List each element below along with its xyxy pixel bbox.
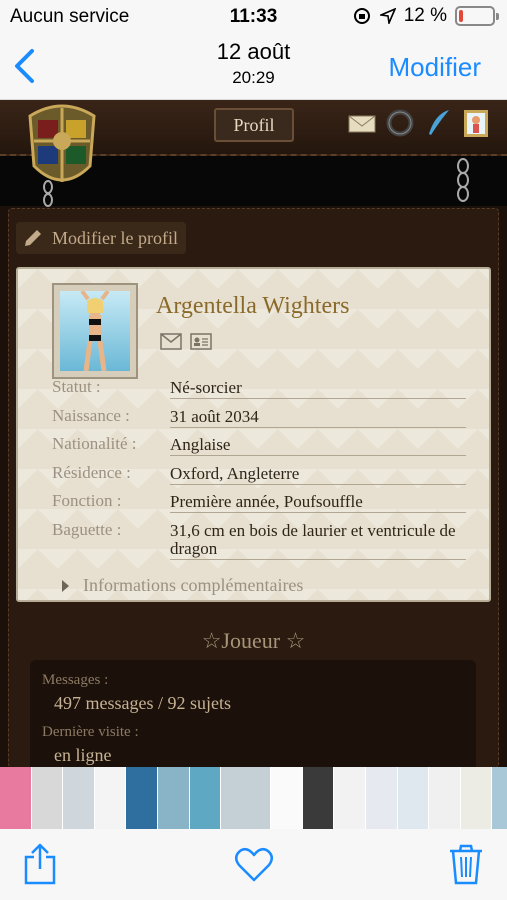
envelope-icon[interactable] bbox=[347, 108, 377, 138]
thumbnail[interactable] bbox=[397, 767, 430, 829]
field-fonction: Fonction : Première année, Poufsouffle bbox=[52, 491, 472, 520]
battery-level bbox=[459, 10, 464, 22]
thumbnail-strip[interactable] bbox=[0, 767, 507, 829]
field-label: Naissance : bbox=[52, 405, 130, 425]
avatar-figure bbox=[80, 291, 110, 371]
field-value: 31,6 cm en bois de laurier et ventricule… bbox=[170, 521, 466, 560]
thumbnail[interactable] bbox=[492, 767, 507, 829]
thumbnail[interactable] bbox=[365, 767, 398, 829]
thumbnail[interactable] bbox=[126, 767, 158, 829]
bottom-toolbar bbox=[0, 829, 507, 900]
rotation-lock-icon bbox=[353, 8, 370, 24]
profile-fields: Statut : Né-sorcier Naissance : 31 août … bbox=[52, 377, 472, 568]
last-visit-value: en ligne bbox=[54, 745, 112, 765]
field-baguette: Baguette : 31,6 cm en bois de laurier et… bbox=[52, 520, 472, 568]
message-icon[interactable] bbox=[160, 333, 182, 350]
forum-top-icons bbox=[347, 108, 491, 138]
pencil-icon bbox=[25, 230, 41, 246]
portrait-icon[interactable] bbox=[461, 108, 491, 138]
thumbnail[interactable] bbox=[302, 767, 335, 829]
field-label: Baguette : bbox=[52, 519, 122, 539]
field-label: Fonction : bbox=[52, 491, 122, 510]
quill-icon[interactable] bbox=[423, 108, 453, 138]
messages-value: 497 messages / 92 sujets bbox=[54, 693, 231, 713]
player-heading: ☆Joueur ☆ bbox=[201, 628, 306, 653]
field-value: Première année, Poufsouffle bbox=[170, 493, 466, 513]
thumbnail[interactable] bbox=[460, 767, 493, 829]
messages-label: Messages : bbox=[42, 672, 109, 688]
status-bar: Aucun service 11:33 12 % bbox=[0, 0, 507, 34]
thumbnail[interactable] bbox=[334, 767, 366, 829]
share-icon[interactable] bbox=[22, 843, 58, 885]
tab-profil[interactable]: Profil bbox=[214, 108, 294, 142]
thumbnail[interactable] bbox=[63, 767, 95, 829]
field-label: Résidence : bbox=[52, 462, 131, 482]
battery-percent: 12 % bbox=[403, 5, 447, 26]
heart-icon[interactable] bbox=[234, 847, 274, 883]
hogwarts-crest-icon bbox=[28, 104, 96, 182]
field-nationalite: Nationalité : Anglaise bbox=[52, 434, 472, 463]
thumbnail[interactable] bbox=[189, 767, 222, 829]
battery-icon bbox=[455, 6, 499, 26]
field-statut: Statut : Né-sorcier bbox=[52, 377, 472, 406]
chain-icon bbox=[43, 180, 53, 207]
ring-icon[interactable] bbox=[385, 108, 415, 138]
thumbnail-selected[interactable] bbox=[221, 767, 272, 829]
location-icon bbox=[379, 8, 396, 24]
last-visit-label: Dernière visite : bbox=[42, 724, 139, 740]
field-value: Oxford, Angleterre bbox=[170, 464, 466, 485]
field-naissance: Naissance : 31 août 2034 bbox=[52, 406, 472, 435]
field-label: Statut : bbox=[52, 377, 101, 396]
profile-name: Argentella Wighters bbox=[156, 293, 350, 319]
photo-nav-bar: 12 août 20:29 Modifier bbox=[0, 34, 507, 100]
trash-icon[interactable] bbox=[448, 843, 484, 885]
disclosure-triangle-icon bbox=[62, 579, 69, 592]
thumbnail[interactable] bbox=[157, 767, 190, 829]
forum-profile-page: Profil Modifier le profil Argentella Wig… bbox=[0, 100, 507, 767]
status-indicators: 12 % bbox=[352, 5, 499, 27]
field-value: 31 août 2034 bbox=[170, 407, 466, 428]
field-value: Né-sorcier bbox=[170, 379, 466, 399]
field-label: Nationalité : bbox=[52, 434, 137, 453]
field-residence: Résidence : Oxford, Angleterre bbox=[52, 463, 472, 492]
edit-profile-button[interactable]: Modifier le profil bbox=[16, 222, 186, 254]
profile-actions bbox=[160, 333, 212, 350]
more-info-toggle[interactable]: Informations complémentaires bbox=[62, 575, 303, 596]
thumbnail[interactable] bbox=[31, 767, 64, 829]
field-value: Anglaise bbox=[170, 436, 466, 456]
profile-card: Argentella Wighters Statut : Né-sorcier … bbox=[16, 267, 491, 602]
avatar-image bbox=[60, 291, 130, 371]
more-info-label: Informations complémentaires bbox=[83, 575, 304, 595]
thumbnail[interactable] bbox=[0, 767, 32, 829]
avatar bbox=[52, 283, 138, 379]
edit-profile-label: Modifier le profil bbox=[52, 227, 178, 248]
edit-button[interactable]: Modifier bbox=[389, 52, 481, 83]
contact-card-icon[interactable] bbox=[190, 333, 212, 350]
thumbnail[interactable] bbox=[429, 767, 461, 829]
chain-icon bbox=[457, 158, 469, 202]
thumbnail[interactable] bbox=[271, 767, 303, 829]
thumbnail[interactable] bbox=[94, 767, 127, 829]
player-stats: Messages : 497 messages / 92 sujets Dern… bbox=[30, 660, 476, 767]
